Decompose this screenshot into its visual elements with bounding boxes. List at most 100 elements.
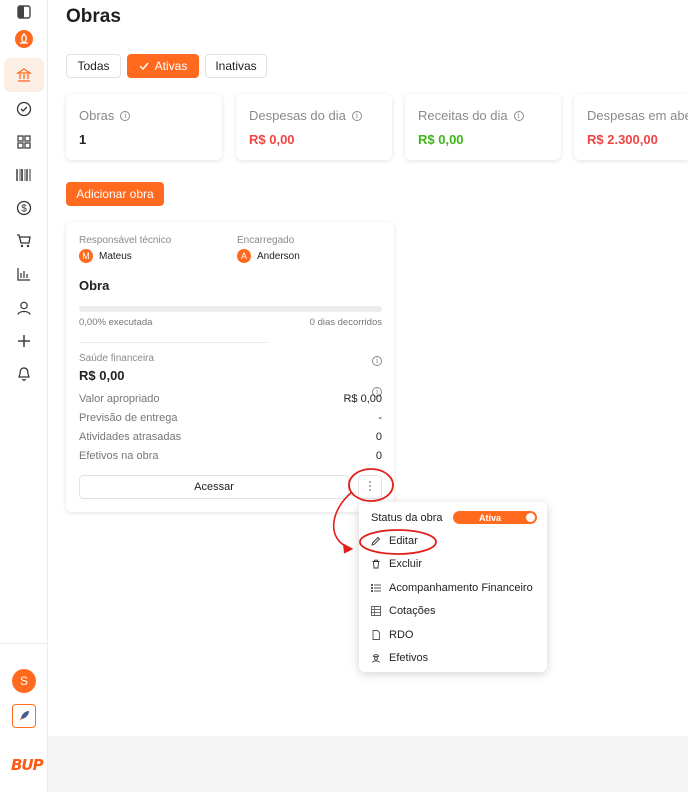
tech-name: Mateus [99, 250, 132, 262]
obra-title: Obra [79, 278, 110, 293]
panel-toggle-icon[interactable] [12, 0, 36, 24]
info-icon[interactable]: i [120, 110, 131, 121]
stat-value: 1 [79, 132, 87, 147]
table-icon [371, 606, 381, 616]
row-value: - [378, 412, 382, 424]
bell-icon[interactable] [12, 362, 36, 386]
status-label: Status da obra [371, 512, 443, 524]
stat-value: R$ 0,00 [418, 132, 464, 147]
plus-icon[interactable] [12, 329, 36, 353]
add-obra-button[interactable]: Adicionar obra [66, 182, 164, 206]
pencil-icon [371, 536, 381, 546]
stat-card-receitas-dia: Receitas do dia i R$ 0,00 [405, 94, 561, 160]
filter-inativas[interactable]: Inativas [205, 54, 267, 78]
cart-icon[interactable] [12, 229, 36, 253]
avatar: A [237, 249, 251, 263]
status-toggle[interactable]: Ativa [453, 511, 537, 524]
menu-item-label: Excluir [389, 558, 423, 570]
info-icon[interactable]: i [351, 110, 362, 121]
access-button[interactable]: Acessar [79, 475, 349, 499]
row-label: Valor apropriado [79, 393, 160, 405]
progress-info: 0,00% executada 0 dias decorridos [79, 317, 382, 328]
stat-card-despesas-dia: Despesas do dia i R$ 0,00 [236, 94, 392, 160]
brand-logo: BUP [11, 756, 44, 774]
menu-item-label: Cotações [389, 605, 436, 617]
stat-card-obras: Obras i 1 [66, 94, 222, 160]
grid-icon[interactable] [12, 130, 36, 154]
dollar-icon[interactable]: $ [12, 196, 36, 220]
rocket-icon[interactable] [12, 704, 36, 728]
sidebar-divider [0, 643, 48, 644]
menu-item-label: Acompanhamento Financeiro [389, 582, 533, 594]
filter-label: Ativas [154, 59, 188, 73]
menu-item-efetivos[interactable]: Efetivos [371, 652, 428, 664]
status-row: Status da obra [371, 512, 443, 524]
check-circle-icon[interactable] [12, 97, 36, 121]
kebab-icon [368, 480, 372, 495]
info-icon[interactable]: i [372, 350, 382, 368]
bank-icon[interactable] [12, 63, 36, 87]
sidebar: $ S BUP [0, 0, 48, 792]
list-icon [371, 583, 381, 593]
tech-label: Responsável técnico [79, 235, 172, 246]
detail-row: Valor apropriado R$ 0,00 [79, 393, 382, 405]
menu-item-label: Editar [389, 535, 418, 547]
stat-title-row: Despesas em aberto [587, 108, 688, 123]
filter-label: Todas [77, 59, 110, 73]
days-text: 0 dias decorridos [309, 317, 382, 328]
more-options-button[interactable] [358, 475, 382, 499]
stat-value: R$ 0,00 [249, 132, 295, 147]
stat-title-row: Obras i [79, 108, 131, 123]
brand-flame-icon[interactable] [12, 27, 36, 51]
stat-title: Despesas em aberto [587, 108, 688, 123]
detail-row: Previsão de entrega - [79, 412, 382, 424]
page-title: Obras [66, 6, 121, 27]
menu-item-rdo[interactable]: RDO [371, 629, 413, 641]
trash-icon [371, 559, 381, 569]
obra-card: Responsável técnico M Mateus Encarregado… [66, 222, 394, 512]
progress-bar [79, 306, 382, 312]
options-menu: Status da obra Ativa Editar Excluir Acom… [359, 502, 547, 672]
check-icon [139, 62, 149, 70]
menu-item-acompanhamento[interactable]: Acompanhamento Financeiro [371, 582, 533, 594]
info-glyph: i [372, 356, 382, 366]
status-value: Ativa [479, 512, 502, 523]
user-avatar[interactable]: S [12, 669, 36, 693]
stat-title: Obras [79, 108, 115, 123]
filter-todas[interactable]: Todas [66, 54, 121, 78]
worker-icon [371, 653, 381, 663]
row-value: 0 [375, 431, 382, 443]
svg-text:$: $ [21, 204, 27, 215]
stat-title: Receitas do dia [418, 108, 508, 123]
menu-item-cotacoes[interactable]: Cotações [371, 605, 435, 617]
document-icon [371, 630, 381, 640]
menu-item-excluir[interactable]: Excluir [371, 558, 422, 570]
row-value: R$ 0,00 [343, 393, 382, 405]
chart-icon[interactable] [12, 262, 36, 286]
info-icon[interactable]: i [513, 110, 524, 121]
menu-item-editar[interactable]: Editar [371, 535, 418, 547]
stat-title-row: Receitas do dia i [418, 108, 524, 123]
executed-text: 0,00% executada [79, 317, 153, 328]
avatar: M [79, 249, 93, 263]
detail-row: Efetivos na obra 0 [79, 450, 382, 462]
foreman-label: Encarregado [237, 235, 295, 246]
filter-ativas[interactable]: Ativas [127, 54, 199, 78]
row-value: 0 [375, 450, 382, 462]
row-label: Previsão de entrega [79, 412, 178, 424]
row-label: Atividades atrasadas [79, 431, 182, 443]
stat-card-despesas-aberto: Despesas em aberto R$ 2.300,00 [574, 94, 688, 160]
row-label: Efetivos na obra [79, 450, 159, 462]
stat-title-row: Despesas do dia i [249, 108, 362, 123]
health-value: R$ 0,00 [79, 368, 125, 383]
menu-item-label: Efetivos [389, 652, 429, 664]
foreman-name: Anderson [257, 250, 300, 262]
detail-row: Atividades atrasadas 0 [79, 431, 382, 443]
menu-item-label: RDO [389, 629, 414, 641]
barcode-icon[interactable] [12, 163, 36, 187]
user-icon[interactable] [12, 296, 36, 320]
stat-value: R$ 2.300,00 [587, 132, 658, 147]
divider [79, 342, 269, 343]
foreman-person: A Anderson [237, 249, 300, 263]
stat-title: Despesas do dia [249, 108, 346, 123]
